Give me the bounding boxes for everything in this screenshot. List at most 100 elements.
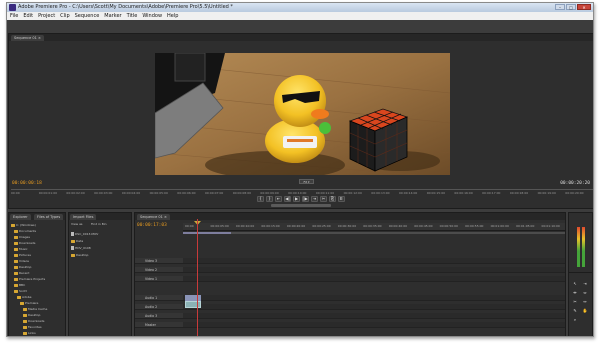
folder-tree-item[interactable]: Images — [14, 235, 30, 239]
bin-item[interactable]: DSC_0013.MOV — [71, 232, 98, 236]
timeline-ruler-tick: 00:01:10:00 — [541, 224, 560, 228]
timeline-ruler[interactable]: 00:00 00:00:05:00 00:00:10:00 00:00:15:00 00… — [183, 223, 565, 231]
go-to-out-button[interactable]: ⇥ — [311, 196, 318, 202]
go-to-in-button[interactable]: ⇤ — [275, 196, 282, 202]
close-button[interactable]: ✕ — [577, 4, 591, 10]
tools-panel: ↖ ⇥ ⇹ ⇔ ✂ ↔ ✎ ✋ ⌕ — [568, 272, 593, 336]
video-file-icon — [71, 246, 74, 250]
folder-tree-label: Recent — [19, 271, 30, 275]
menu-sequence[interactable]: Sequence — [75, 12, 100, 20]
track-header[interactable]: Master — [135, 322, 183, 328]
menu-edit[interactable]: Edit — [23, 12, 33, 20]
timeline-ruler-tick: 00:00:50:00 — [439, 224, 458, 228]
track-lane[interactable] — [183, 304, 565, 310]
bin-item[interactable]: Desktop — [71, 253, 88, 257]
menu-window[interactable]: Window — [142, 12, 162, 20]
folder-tree-item[interactable]: Premiere Projects — [14, 277, 45, 281]
folder-tree-label: Premiere Projects — [19, 277, 46, 281]
minimize-button[interactable]: – — [555, 4, 565, 10]
folder-tree-item[interactable]: Videos — [14, 259, 29, 263]
monitor-ruler-tick: 00:00:16:00 — [454, 191, 473, 195]
timeline-ruler-tick: 00:00:55:00 — [465, 224, 484, 228]
monitor-current-timecode[interactable]: 00:00:00:18 — [12, 181, 42, 186]
folder-tree-item[interactable]: Links — [23, 331, 36, 335]
lift-button[interactable]: ✂ — [320, 196, 327, 202]
folder-tree-item[interactable]: Pictures — [14, 253, 31, 257]
mark-in-button[interactable]: { — [257, 196, 264, 202]
pen-tool-icon[interactable]: ✎ — [572, 308, 578, 314]
zoom-tool-icon[interactable]: ⌕ — [572, 317, 578, 323]
bin-view-as[interactable]: View as — [71, 222, 82, 226]
monitor-time-ruler[interactable]: 00:00 00:00:01:00 00:00:02:00 00:00:03:00 00… — [11, 189, 593, 195]
step-forward-button[interactable]: |▶ — [302, 196, 309, 202]
work-area-bar[interactable] — [183, 232, 565, 234]
folder-tree-item[interactable]: BBC — [14, 283, 25, 287]
selection-tool-icon[interactable]: ↖ — [572, 281, 578, 287]
track-select-tool-icon[interactable]: ⇥ — [582, 281, 588, 287]
folder-tree-item[interactable]: C: (Windows) — [11, 223, 36, 227]
track-lane[interactable] — [183, 322, 565, 328]
folder-tree-item[interactable]: Adobe — [17, 295, 32, 299]
folder-tree-item[interactable]: Media Cache — [23, 307, 47, 311]
monitor-duration-timecode: 00:00:20:20 — [560, 181, 590, 186]
folder-tree-item[interactable]: Desktop — [14, 265, 31, 269]
play-button[interactable]: ▶ — [293, 196, 300, 202]
track-header[interactable]: Audio 1 — [135, 295, 183, 301]
track-header[interactable]: Video 1 — [135, 276, 183, 282]
timeline-timecode[interactable]: 00:00:17:03 — [137, 223, 167, 228]
timeline-ruler-tick: 00:01:05:00 — [516, 224, 535, 228]
folder-icon — [23, 307, 27, 311]
maximize-button[interactable]: □ — [566, 4, 576, 10]
menu-clip[interactable]: Clip — [60, 12, 69, 20]
folder-tree-item[interactable]: Downloads — [14, 241, 35, 245]
tab-program-monitor[interactable]: Sequence 01 × — [11, 35, 44, 41]
folder-tree-label: Desktop — [28, 313, 41, 317]
zoom-fit-select[interactable]: Fit ▾ — [299, 179, 314, 184]
folder-tree-item[interactable]: Downloads — [23, 319, 44, 323]
menu-marker[interactable]: Marker — [104, 12, 121, 20]
tab-sequence[interactable]: Sequence 01 × — [137, 214, 170, 220]
folder-tree-item[interactable]: Documents — [14, 229, 36, 233]
export-frame-button[interactable]: ⌷ — [338, 196, 345, 202]
slip-tool-icon[interactable]: ↔ — [582, 299, 588, 305]
menu-title[interactable]: Title — [127, 12, 138, 20]
track-lane[interactable] — [183, 295, 565, 301]
track-header[interactable]: Audio 2 — [135, 304, 183, 310]
bin-find[interactable]: Find in Bin — [91, 222, 107, 226]
track-header[interactable]: Video 2 — [135, 267, 183, 273]
folder-tree-item[interactable]: Recent — [14, 271, 29, 275]
bin-item[interactable]: HDV_0108 — [71, 246, 91, 250]
audio-meter-left — [577, 227, 580, 267]
bin-item[interactable]: Data — [71, 239, 83, 243]
mark-out-button[interactable]: } — [266, 196, 273, 202]
monitor-ruler-tick: 00:00:03:00 — [94, 191, 113, 195]
folder-tree-item[interactable]: Desktop — [23, 313, 40, 317]
track-lane[interactable] — [183, 313, 565, 319]
folder-icon — [23, 325, 27, 329]
extract-button[interactable]: ⎘ — [329, 196, 336, 202]
menu-file[interactable]: File — [10, 12, 18, 20]
folder-tree-item[interactable]: Music — [14, 247, 28, 251]
track-lane[interactable] — [183, 276, 565, 282]
folder-tree-label: Media Cache — [28, 307, 48, 311]
track-header[interactable]: Video 3 — [135, 258, 183, 264]
folder-tree-item[interactable]: Premiere — [20, 301, 38, 305]
ripple-edit-tool-icon[interactable]: ⇹ — [572, 290, 578, 296]
folder-tree-item[interactable]: Scott — [14, 289, 27, 293]
track-header[interactable]: Audio 3 — [135, 313, 183, 319]
tab-import-files[interactable]: Import Files — [70, 214, 97, 220]
tab-files-of-types[interactable]: Files of Types — [34, 214, 64, 220]
folder-tree-item[interactable]: Favorites — [23, 325, 42, 329]
razor-tool-icon[interactable]: ✂ — [572, 299, 578, 305]
track-lane[interactable] — [183, 267, 565, 273]
audio-clip[interactable] — [185, 301, 201, 308]
menu-help[interactable]: Help — [167, 12, 178, 20]
jog-shuttle[interactable] — [271, 204, 331, 207]
hand-tool-icon[interactable]: ✋ — [582, 308, 588, 314]
video-frame — [155, 53, 450, 175]
tab-explorer[interactable]: Explorer — [10, 214, 31, 220]
track-lane[interactable] — [183, 258, 565, 264]
step-back-button[interactable]: ◀| — [284, 196, 291, 202]
menu-project[interactable]: Project — [38, 12, 55, 20]
rolling-edit-tool-icon[interactable]: ⇔ — [582, 290, 588, 296]
